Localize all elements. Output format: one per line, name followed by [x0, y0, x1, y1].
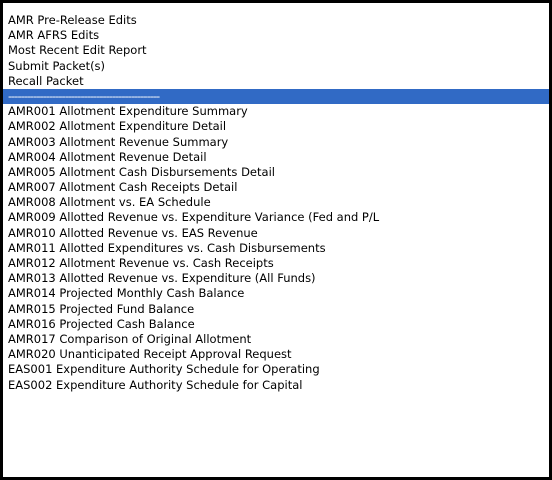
list-item-amr017[interactable]: AMR017 Comparison of Original Allotment — [3, 332, 549, 347]
report-dropdown-list[interactable]: AMR Pre-Release Edits AMR AFRS Edits Mos… — [0, 0, 552, 480]
list-item-amr014[interactable]: AMR014 Projected Monthly Cash Balance — [3, 286, 549, 301]
list-item-amr004[interactable]: AMR004 Allotment Revenue Detail — [3, 150, 549, 165]
list-item-amr005[interactable]: AMR005 Allotment Cash Disbursements Deta… — [3, 165, 549, 180]
list-item-recall-packet[interactable]: Recall Packet — [3, 74, 549, 89]
list-item-most-recent-edit-report[interactable]: Most Recent Edit Report — [3, 43, 549, 58]
list-item-eas002[interactable]: EAS002 Expenditure Authority Schedule fo… — [3, 378, 549, 393]
list-item-amr003[interactable]: AMR003 Allotment Revenue Summary — [3, 135, 549, 150]
list-item-amr015[interactable]: AMR015 Projected Fund Balance — [3, 302, 549, 317]
list-item-amr010[interactable]: AMR010 Allotted Revenue vs. EAS Revenue — [3, 226, 549, 241]
list-item-amr013[interactable]: AMR013 Allotted Revenue vs. Expenditure … — [3, 271, 549, 286]
list-item-amr011[interactable]: AMR011 Allotted Expenditures vs. Cash Di… — [3, 241, 549, 256]
list-item-eas001[interactable]: EAS001 Expenditure Authority Schedule fo… — [3, 362, 549, 377]
list-item-amr001[interactable]: AMR001 Allotment Expenditure Summary — [3, 104, 549, 119]
list-item-separator-selected[interactable]: ----------------------------------------… — [3, 88, 549, 105]
list-item-amr020[interactable]: AMR020 Unanticipated Receipt Approval Re… — [3, 347, 549, 362]
list-item-amr-pre-release-edits[interactable]: AMR Pre-Release Edits — [3, 13, 549, 28]
list-item-amr016[interactable]: AMR016 Projected Cash Balance — [3, 317, 549, 332]
list-item-submit-packets[interactable]: Submit Packet(s) — [3, 59, 549, 74]
list-item-amr-afrs-edits[interactable]: AMR AFRS Edits — [3, 28, 549, 43]
list-item-amr007[interactable]: AMR007 Allotment Cash Receipts Detail — [3, 180, 549, 195]
list-item-amr002[interactable]: AMR002 Allotment Expenditure Detail — [3, 119, 549, 134]
list-item-amr008[interactable]: AMR008 Allotment vs. EA Schedule — [3, 195, 549, 210]
list-item-amr009[interactable]: AMR009 Allotted Revenue vs. Expenditure … — [3, 210, 549, 225]
list-item-amr012[interactable]: AMR012 Allotment Revenue vs. Cash Receip… — [3, 256, 549, 271]
